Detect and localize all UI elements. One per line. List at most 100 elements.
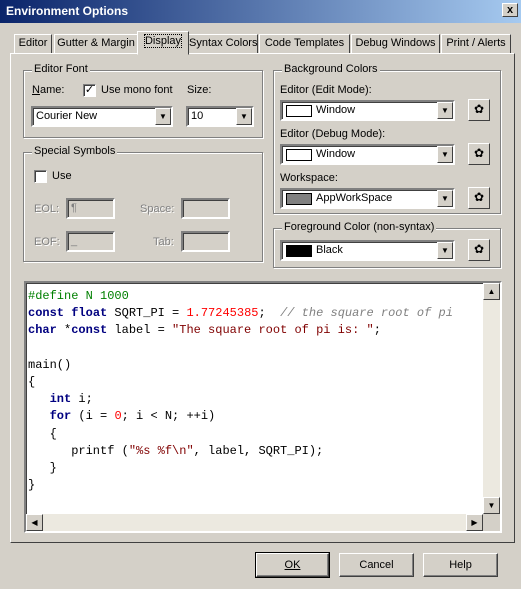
cancel-button-label: Cancel	[359, 559, 394, 571]
code-line: {	[28, 427, 57, 444]
tab-syntax-colors[interactable]: Syntax Colors	[188, 34, 258, 54]
code-token: const	[28, 306, 65, 321]
tab-label: Tab:	[153, 236, 174, 248]
code-token: 0	[114, 409, 122, 424]
cancel-button[interactable]: Cancel	[339, 553, 414, 577]
code-line: }	[28, 461, 57, 478]
chevron-down-icon[interactable]: ▼	[437, 190, 453, 207]
color-swatch	[286, 193, 312, 205]
code-token: }	[28, 461, 57, 475]
help-button[interactable]: Help	[423, 553, 498, 577]
use-mono-font-checkbox[interactable]: ✓	[83, 84, 96, 97]
use-special-symbols-checkbox[interactable]	[34, 170, 47, 183]
title-bar: Environment Options x	[0, 0, 521, 23]
code-preview-text: #define N 1000 const float SQRT_PI = 1.77…	[28, 285, 483, 511]
code-token: }	[28, 478, 36, 493]
chevron-down-icon[interactable]: ▼	[437, 146, 453, 163]
tab-gutter-margin[interactable]: Gutter & Margin	[54, 34, 138, 54]
code-token: label =	[107, 323, 173, 338]
eol-label: EOL:	[34, 203, 60, 215]
scroll-right-icon[interactable]: ▶	[466, 514, 483, 531]
tab-label: Display	[143, 34, 183, 48]
display-tab-page: Editor Font Name: ✓ Use mono font Size: …	[10, 53, 515, 543]
special-symbols-group: Special Symbols Use EOL: ¶ Space: EOF: _…	[23, 145, 263, 262]
code-token: const	[71, 323, 108, 338]
palette-icon[interactable]: ✿	[468, 99, 490, 121]
eof-label: EOF:	[34, 236, 60, 248]
code-token: #define N 1000	[28, 289, 129, 303]
code-line: }	[28, 478, 35, 495]
palette-icon[interactable]: ✿	[468, 143, 490, 165]
background-colors-group: Background Colors Editor (Edit Mode): Wi…	[273, 63, 501, 214]
code-line: char *const label = "The square root of …	[28, 323, 381, 340]
code-token: {	[28, 375, 36, 389]
code-token: "%s %f\n"	[128, 443, 194, 458]
workspace-color-value: AppWorkSpace	[316, 192, 393, 204]
close-icon[interactable]: x	[502, 3, 518, 17]
tab-label: Editor	[18, 37, 48, 49]
window-title: Environment Options	[6, 4, 129, 18]
tab-print-alerts[interactable]: Print / Alerts	[441, 34, 511, 54]
code-line: const float SQRT_PI = 1.77245385; // the…	[28, 306, 453, 323]
foreground-color-value: Black	[316, 244, 343, 256]
font-size-value: 10	[191, 110, 204, 122]
code-line: printf ("%s %f\n", label, SQRT_PI);	[28, 444, 323, 461]
code-token: "The square root of pi is: "	[172, 323, 374, 338]
ok-button[interactable]: OK	[255, 552, 330, 578]
color-swatch	[286, 245, 312, 257]
edit-mode-color-value: Window	[316, 104, 356, 116]
font-size-label: Size:	[187, 84, 212, 96]
chevron-down-icon[interactable]: ▼	[155, 108, 171, 125]
vertical-scrollbar[interactable]: ▲ ▼	[483, 283, 500, 514]
scroll-down-icon[interactable]: ▼	[483, 497, 500, 514]
code-token: 1.77245385	[186, 306, 259, 321]
workspace-color-dropdown[interactable]: AppWorkSpace ▼	[280, 188, 455, 209]
edit-mode-color-dropdown[interactable]: Window ▼	[280, 100, 455, 121]
code-token: ; i < N; ++i)	[121, 409, 216, 424]
space-field[interactable]	[181, 198, 230, 219]
code-token: char	[28, 323, 57, 338]
tab-label: Gutter & Margin	[57, 37, 135, 49]
editor-font-group: Editor Font Name: ✓ Use mono font Size: …	[23, 63, 263, 138]
color-swatch	[286, 149, 312, 161]
editor-font-group-label: Editor Font	[32, 63, 90, 75]
code-token: main()	[28, 357, 72, 372]
use-mono-font-label: Use mono font	[101, 84, 173, 96]
font-size-dropdown[interactable]: 10 ▼	[186, 106, 254, 127]
debug-mode-color-dropdown[interactable]: Window ▼	[280, 144, 455, 165]
chevron-down-icon[interactable]: ▼	[236, 108, 252, 125]
scroll-up-icon[interactable]: ▲	[483, 283, 500, 300]
ok-button-label: OK	[284, 559, 301, 571]
horizontal-scrollbar[interactable]: ◀ ▶	[26, 514, 483, 531]
tab-field[interactable]	[181, 231, 230, 252]
code-line: {	[28, 375, 35, 392]
font-name-dropdown[interactable]: Courier New ▼	[31, 106, 173, 127]
code-preview[interactable]: #define N 1000 const float SQRT_PI = 1.77…	[24, 281, 502, 533]
palette-icon[interactable]: ✿	[468, 239, 490, 261]
code-token: for	[49, 409, 72, 424]
chevron-down-icon[interactable]: ▼	[437, 242, 453, 259]
tab-display[interactable]: Display	[137, 31, 189, 55]
palette-icon[interactable]: ✿	[468, 187, 490, 209]
workspace-label: Workspace:	[280, 172, 338, 184]
scroll-left-icon[interactable]: ◀	[26, 514, 43, 531]
tab-editor[interactable]: Editor	[14, 34, 52, 54]
special-symbols-group-label: Special Symbols	[32, 145, 118, 157]
chevron-down-icon[interactable]: ▼	[437, 102, 453, 119]
foreground-color-dropdown[interactable]: Black ▼	[280, 240, 455, 261]
tab-debug-windows[interactable]: Debug Windows	[351, 34, 440, 54]
code-token: , label, SQRT_PI);	[193, 443, 324, 458]
eol-field[interactable]: ¶	[66, 198, 115, 219]
foreground-color-group: Foreground Color (non-syntax) Black ▼ ✿	[273, 221, 501, 268]
color-swatch	[286, 105, 312, 117]
eof-field[interactable]: _	[66, 231, 115, 252]
use-special-symbols-label: Use	[52, 170, 72, 182]
foreground-color-group-label: Foreground Color (non-syntax)	[282, 221, 437, 233]
code-token: ;	[258, 306, 281, 321]
tab-code-templates[interactable]: Code Templates	[259, 34, 350, 54]
help-button-label: Help	[449, 559, 472, 571]
scrollbar-corner	[483, 514, 500, 531]
code-token: (i =	[71, 409, 115, 424]
